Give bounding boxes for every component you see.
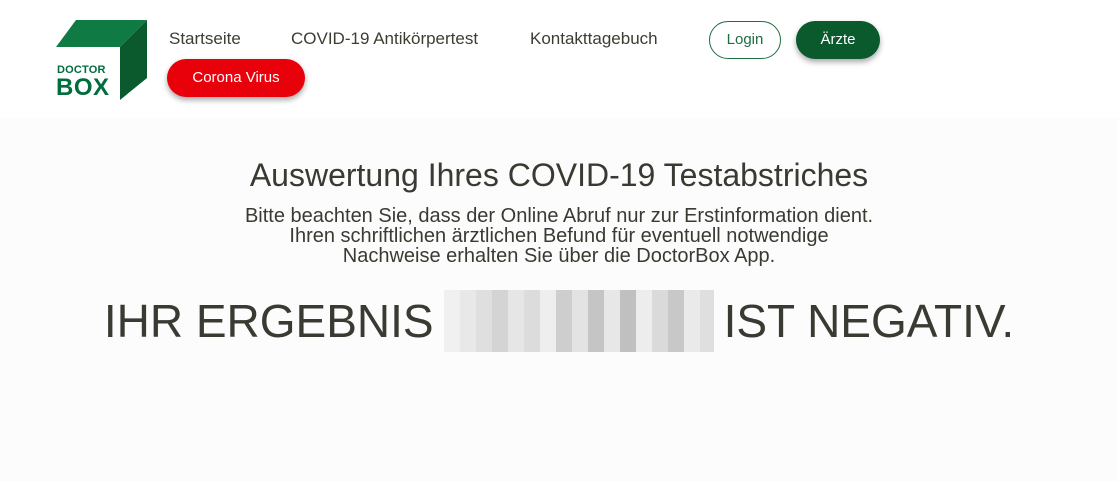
corona-virus-button[interactable]: Corona Virus [167, 59, 305, 97]
logo-text-box: BOX [56, 74, 110, 101]
nav-startseite[interactable]: Startseite [169, 29, 241, 49]
aerzte-button[interactable]: Ärzte [796, 21, 880, 59]
notice-line-2: Ihren schriftlichen ärztlichen Befund fü… [289, 225, 829, 247]
nav-kontakttagebuch[interactable]: Kontakttagebuch [530, 29, 658, 49]
info-notice: Bitte beachten Sie, dass der Online Abru… [0, 206, 1118, 266]
nav-antikoerpertest[interactable]: COVID-19 Antikörpertest [291, 29, 478, 49]
notice-line-1: Bitte beachten Sie, dass der Online Abru… [244, 205, 874, 227]
site-header: DOCTOR BOX Startseite COVID-19 Antikörpe… [0, 0, 1118, 118]
result-prefix: IHR ERGEBNIS [103, 295, 434, 347]
result-suffix: IST NEGATIV. [723, 295, 1015, 347]
login-button[interactable]: Login [709, 21, 781, 59]
test-result: IHR ERGEBNIS IST NEGATIV. [0, 290, 1118, 352]
doctorbox-logo[interactable]: DOCTOR BOX [56, 20, 148, 100]
page-title: Auswertung Ihres COVID-19 Testabstriches [249, 157, 869, 193]
redacted-name-block [443, 290, 714, 352]
main-content: Auswertung Ihres COVID-19 Testabstriches… [0, 118, 1118, 481]
notice-line-3: Nachweise erhalten Sie über die DoctorBo… [342, 245, 776, 267]
